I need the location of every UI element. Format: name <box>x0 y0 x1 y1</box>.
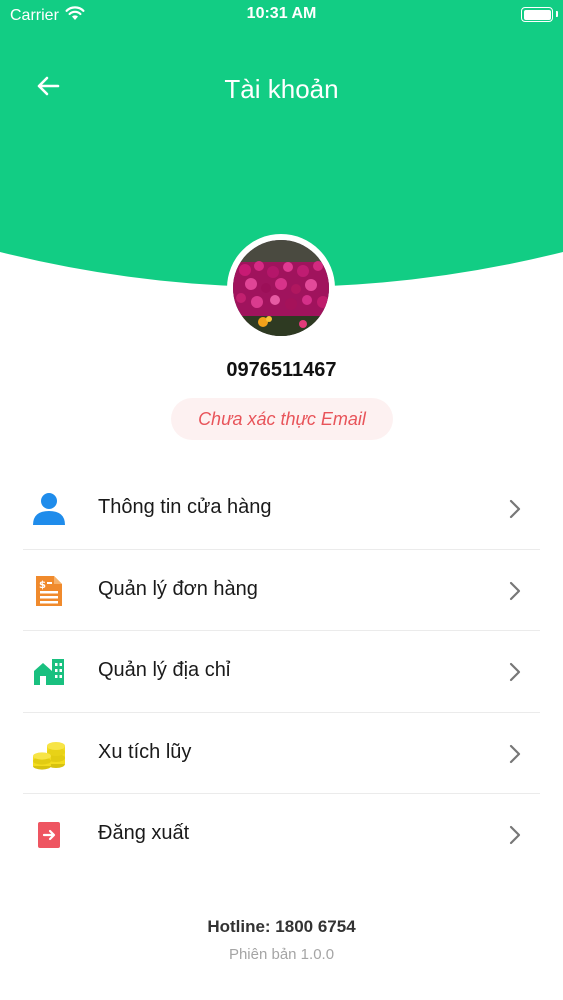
chevron-right-icon <box>508 743 522 765</box>
coins-icon <box>30 735 68 773</box>
battery-icon <box>521 7 553 22</box>
battery-level <box>523 9 551 20</box>
chevron-right-icon <box>508 661 522 683</box>
nav-bar: Tài khoản <box>0 60 563 116</box>
chevron-right-icon <box>508 498 522 520</box>
menu-label: Quản lý địa chỉ <box>98 659 231 681</box>
flower-photo <box>233 240 329 336</box>
page-title: Tài khoản <box>224 74 339 104</box>
account-menu: Thông tin cửa hàng $ Quản lý đơn hàng Qu… <box>23 468 540 876</box>
user-icon <box>30 490 68 528</box>
menu-item-addresses[interactable]: Quản lý địa chỉ <box>23 631 540 713</box>
status-time: 10:31 AM <box>246 5 317 22</box>
menu-label: Quản lý đơn hàng <box>98 577 258 600</box>
status-bar: Carrier 10:31 AM <box>0 0 563 30</box>
phone-number: 0976511467 <box>226 359 337 381</box>
menu-label: Đăng xuất <box>98 822 190 844</box>
battery-tip <box>556 11 558 17</box>
menu-item-store-info[interactable]: Thông tin cửa hàng <box>23 468 540 550</box>
menu-item-logout[interactable]: Đăng xuất <box>23 794 540 876</box>
menu-label: Thông tin cửa hàng <box>98 496 272 518</box>
menu-label: Xu tích lũy <box>98 740 192 763</box>
verify-email-text: Chưa xác thực Email <box>198 408 366 429</box>
hotline-text[interactable]: Hotline: 1800 6754 <box>0 917 563 937</box>
verify-email-badge[interactable]: Chưa xác thực Email <box>171 398 393 440</box>
logout-icon <box>30 816 68 854</box>
chevron-right-icon <box>508 580 522 602</box>
version-text: Phiên bản 1.0.0 <box>228 946 335 963</box>
menu-item-orders[interactable]: $ Quản lý đơn hàng <box>23 550 540 631</box>
svg-text:$: $ <box>39 580 46 591</box>
invoice-icon: $ <box>30 572 68 610</box>
menu-item-coins[interactable]: Xu tích lũy <box>23 713 540 794</box>
building-icon <box>30 653 68 691</box>
chevron-right-icon <box>508 824 522 846</box>
avatar[interactable] <box>227 234 335 342</box>
